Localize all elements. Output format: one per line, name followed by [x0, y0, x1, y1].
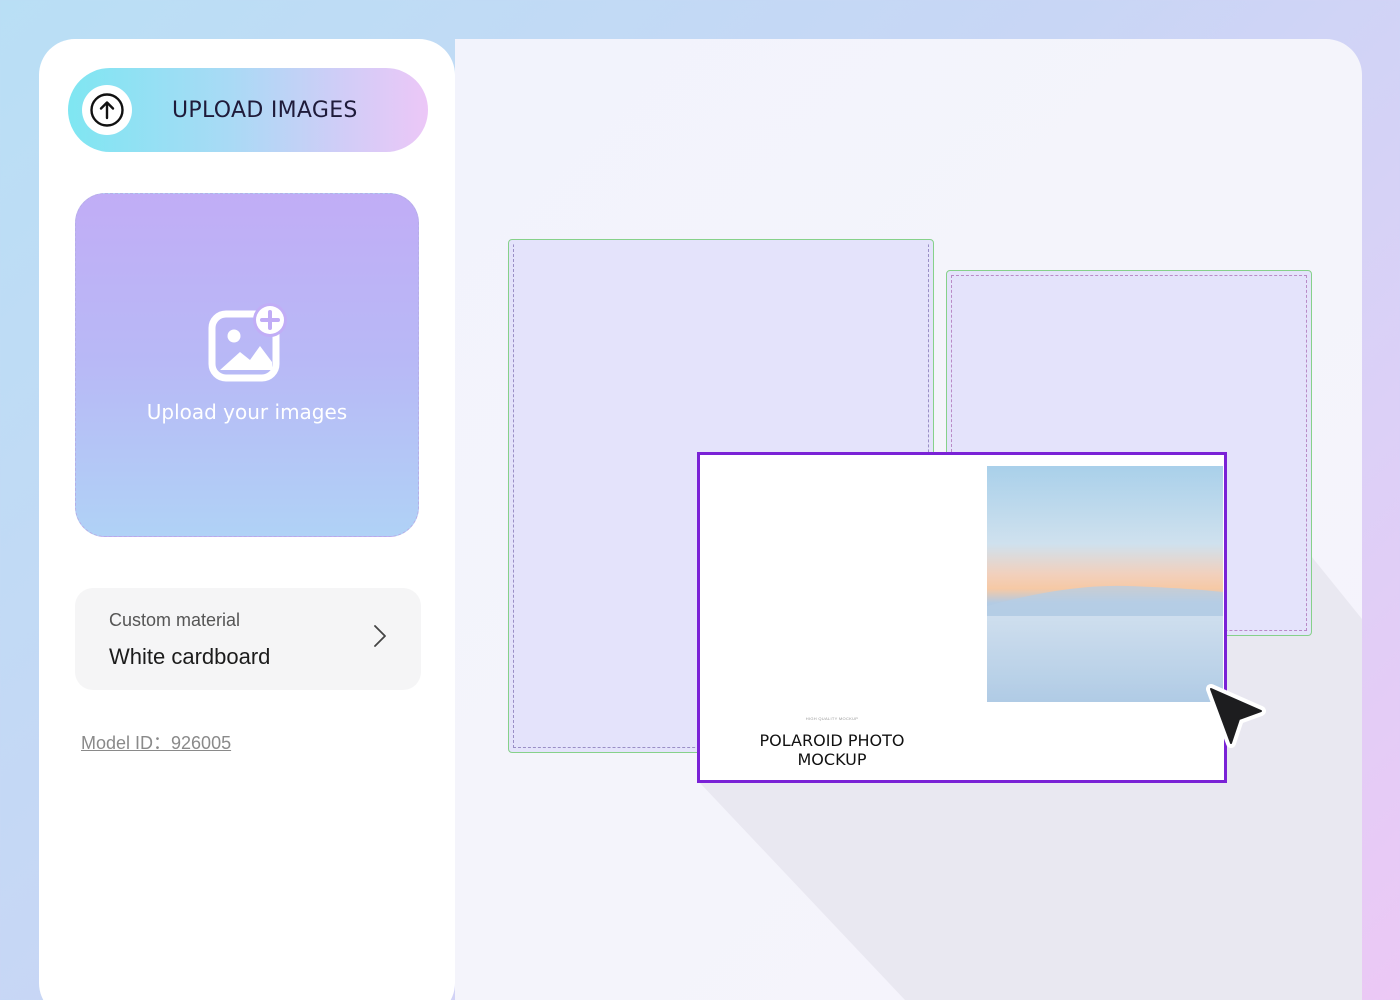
chevron-right-icon	[374, 625, 386, 647]
image-plus-icon	[208, 303, 287, 382]
sky-photo	[987, 466, 1223, 702]
mockup-title: POLAROID PHOTO MOCKUP	[732, 731, 932, 769]
mockup-title-line-1: POLAROID PHOTO	[759, 731, 905, 750]
material-caption: Custom material	[109, 610, 241, 630]
upload-images-button[interactable]: UPLOAD IMAGES	[68, 68, 428, 152]
mockup-canvas: HIGH QUALITY MOCKUP POLAROID PHOTO MOCKU…	[455, 39, 1362, 1000]
arrow-up-circle-icon	[90, 93, 124, 127]
cursor-arrow-icon	[1206, 684, 1266, 748]
custom-material-selector[interactable]: Custom material White cardboard	[75, 588, 421, 690]
polaroid-mockup-card[interactable]: HIGH QUALITY MOCKUP POLAROID PHOTO MOCKU…	[697, 452, 1227, 783]
image-dropzone[interactable]: Upload your images	[75, 193, 419, 537]
mockup-title-line-2: MOCKUP	[797, 750, 867, 769]
mockup-tagline: HIGH QUALITY MOCKUP	[805, 716, 859, 721]
upload-images-label: UPLOAD IMAGES	[172, 97, 358, 123]
model-id-link[interactable]: Model ID：926005	[81, 729, 231, 755]
dropzone-label: Upload your images	[146, 400, 348, 424]
upload-icon-badge	[82, 85, 132, 135]
left-sidebar: UPLOAD IMAGES Upload your images Custom …	[39, 39, 455, 1000]
material-value: White cardboard	[109, 644, 271, 669]
